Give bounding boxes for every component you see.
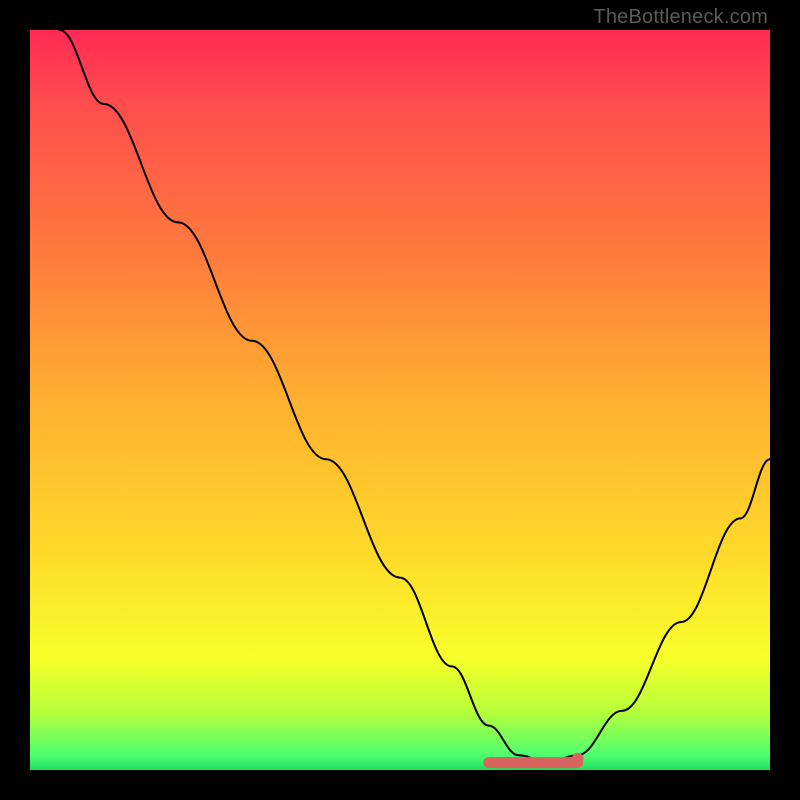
plot-area — [30, 30, 770, 770]
bottleneck-curve — [60, 30, 770, 763]
curve-svg — [30, 30, 770, 770]
attribution-text: TheBottleneck.com — [593, 6, 768, 29]
optimal-point-marker — [572, 753, 584, 765]
chart-frame: TheBottleneck.com — [0, 0, 800, 800]
